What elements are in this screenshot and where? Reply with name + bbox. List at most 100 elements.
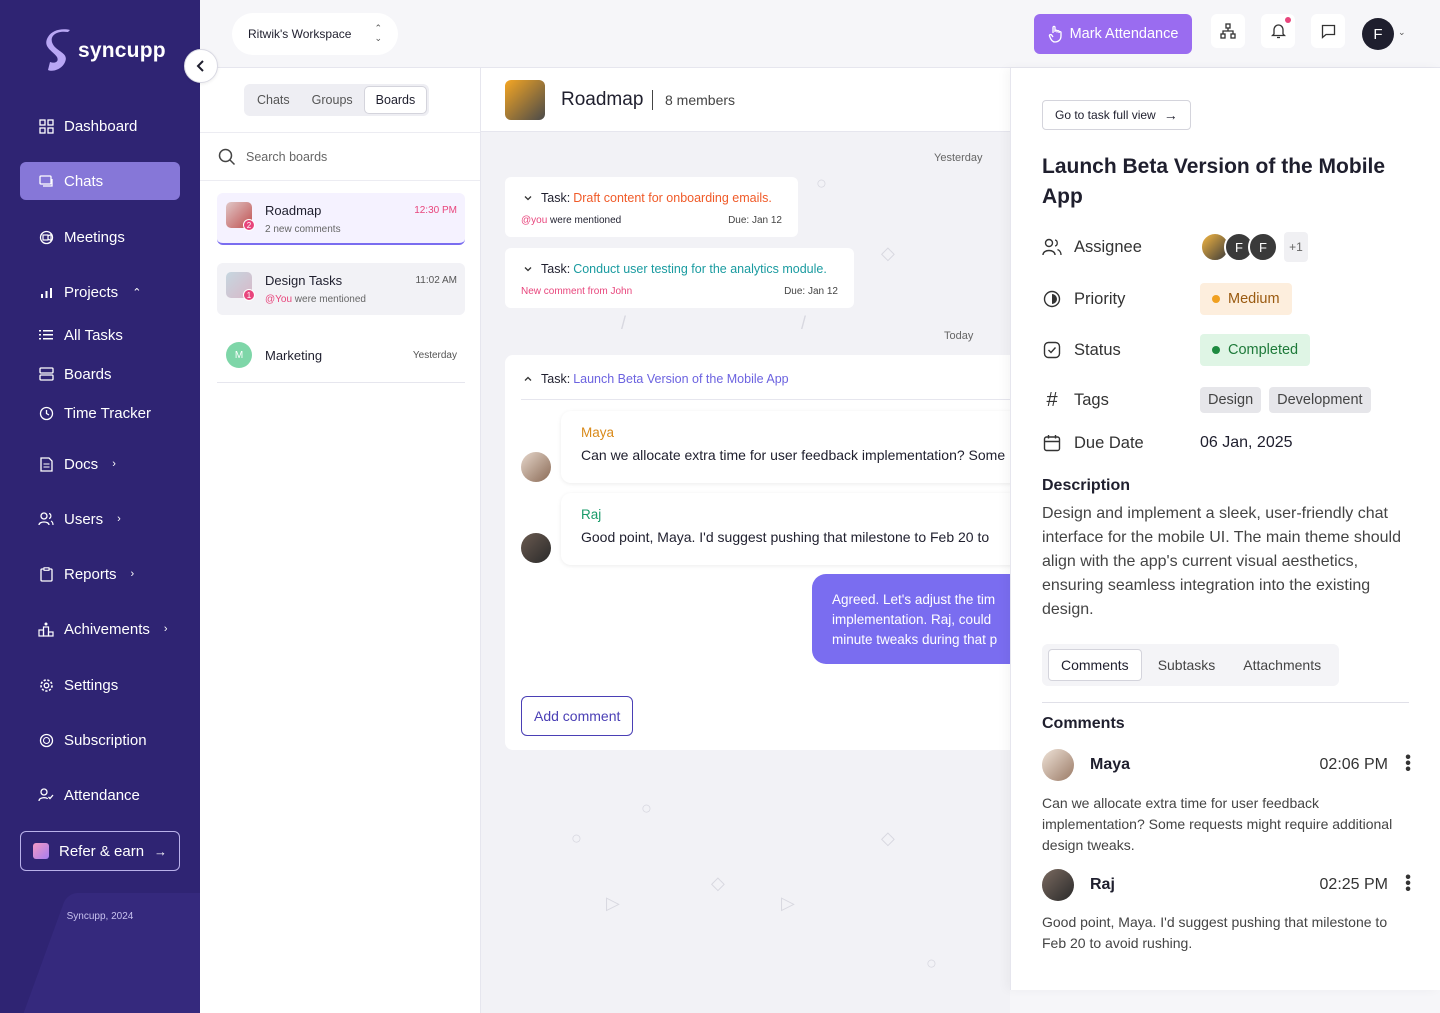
hash-icon: # [1046, 388, 1058, 411]
avatar [521, 533, 551, 563]
tab-comments[interactable]: Comments [1048, 649, 1142, 681]
task-title[interactable]: Draft content for onboarding emails. [573, 191, 772, 205]
task-due: Due: Jan 12 [728, 215, 782, 226]
messages-button[interactable] [1311, 14, 1345, 48]
message-icon [1321, 24, 1335, 39]
arrow-right-icon: → [154, 843, 168, 859]
collapse-sidebar-button[interactable] [184, 49, 218, 83]
mark-attendance-button[interactable]: Mark Attendance [1034, 14, 1192, 54]
gift-icon [33, 843, 49, 859]
tab-attachments[interactable]: Attachments [1231, 649, 1333, 681]
topbar: Ritwik's Workspace ⌃ ⌄ Mark Attendance F … [200, 0, 1440, 68]
sidebar-item-label: Users [64, 510, 104, 528]
subscription-icon [38, 732, 54, 748]
sidebar-item-achievements[interactable]: Achivements › [20, 610, 180, 648]
description-heading: Description [1042, 477, 1131, 494]
task-title[interactable]: Launch Beta Version of the Mobile App [573, 372, 788, 386]
sidebar-item-subscription[interactable]: Subscription [20, 721, 180, 759]
priority-value: Medium [1228, 291, 1280, 307]
notification-dot [1285, 17, 1291, 23]
priority-badge[interactable]: Medium [1200, 283, 1292, 315]
board-subtitle: @You were mentioned [265, 294, 366, 305]
tab-boards[interactable]: Boards [363, 86, 428, 114]
board-time: 12:30 PM [414, 205, 457, 216]
background-pattern: ▷ [606, 893, 620, 913]
my-message-bubble: Agreed. Let's adjust the tim implementat… [812, 574, 1010, 664]
workspace-name: Ritwik's Workspace [248, 27, 352, 41]
open-task-thread: Task: Launch Beta Version of the Mobile … [505, 355, 1010, 750]
tab-subtasks[interactable]: Subtasks [1146, 649, 1228, 681]
chevron-down-icon[interactable] [521, 191, 535, 205]
notifications-button[interactable] [1261, 14, 1295, 48]
background-pattern: ○ [571, 828, 582, 848]
board-initial-avatar: M [226, 342, 252, 368]
refer-earn-button[interactable]: Refer & earn → [20, 831, 180, 871]
sidebar-item-reports[interactable]: Reports › [20, 555, 180, 593]
divider [652, 90, 653, 110]
sidebar-item-all-tasks[interactable]: All Tasks [20, 316, 180, 354]
sidebar-item-time-tracker[interactable]: Time Tracker [20, 394, 180, 432]
status-badge[interactable]: Completed [1200, 334, 1311, 366]
more-options-icon[interactable]: • • • [1404, 750, 1412, 778]
more-options-icon[interactable]: • • • [1404, 870, 1412, 898]
tag-chip[interactable]: Development [1269, 387, 1371, 413]
task-card[interactable]: Task: Draft content for onboarding email… [505, 177, 798, 237]
sidebar-item-dashboard[interactable]: Dashboard [20, 107, 180, 145]
unread-badge: 2 [243, 219, 255, 231]
board-item-marketing[interactable]: M Marketing Yesterday [217, 331, 465, 383]
sidebar-item-label: Projects [64, 283, 119, 301]
divider [521, 399, 1010, 400]
sidebar-item-attendance[interactable]: Attendance [20, 776, 180, 814]
calendar-icon [1042, 433, 1062, 453]
task-title[interactable]: Conduct user testing for the analytics m… [573, 262, 827, 276]
comments-heading: Comments [1042, 715, 1125, 732]
assignee-row: Assignee F F +1 [1042, 232, 1422, 262]
tag-chip[interactable]: Design [1200, 387, 1262, 413]
background-pattern: ◇ [881, 828, 895, 848]
users-icon [1042, 237, 1062, 257]
podium-icon [38, 621, 54, 637]
divider [1042, 702, 1409, 703]
sidebar-item-chats[interactable]: Chats [20, 162, 180, 200]
message-bubble: Raj Good point, Maya. I'd suggest pushin… [561, 493, 1010, 565]
assignee-avatars[interactable]: F F +1 [1200, 232, 1308, 262]
task-line: Task: Conduct user testing for the analy… [521, 262, 827, 276]
sidebar-item-label: Subscription [64, 731, 147, 749]
chevron-down-icon[interactable]: ⌄ [1398, 27, 1406, 38]
board-avatar[interactable] [505, 80, 545, 120]
mention: @You [265, 294, 293, 305]
board-item-roadmap[interactable]: 2 Roadmap 2 new comments 12:30 PM [217, 193, 465, 245]
comment-author: Maya [1090, 756, 1131, 773]
background-pattern: / [801, 313, 807, 333]
chevron-up-icon[interactable] [521, 372, 535, 386]
sidebar-item-label: Chats [64, 172, 104, 190]
sidebar-item-settings[interactable]: Settings [20, 666, 180, 704]
chevron-down-icon[interactable] [521, 262, 535, 276]
sidebar-item-projects[interactable]: Projects ⌃ [20, 273, 180, 311]
message-line: Agreed. Let's adjust the tim [832, 592, 996, 607]
day-separator-today: Today [944, 330, 974, 342]
property-label: Priority [1074, 289, 1126, 308]
user-avatar[interactable]: F [1362, 18, 1394, 50]
sidebar-item-boards[interactable]: Boards [20, 355, 180, 393]
due-date-value[interactable]: 06 Jan, 2025 [1200, 434, 1293, 452]
mention: @you [521, 215, 548, 226]
tab-chats[interactable]: Chats [246, 86, 301, 114]
sidebar-item-docs[interactable]: Docs › [20, 445, 180, 483]
sidebar-item-users[interactable]: Users › [20, 500, 180, 538]
board-item-design-tasks[interactable]: 1 Design Tasks @You were mentioned 11:02… [217, 263, 465, 315]
sidebar-item-meetings[interactable]: Meetings [20, 218, 180, 256]
members-count[interactable]: 8 members [665, 92, 735, 108]
logo[interactable]: syncupp [44, 28, 166, 74]
tab-groups[interactable]: Groups [301, 86, 364, 114]
task-card[interactable]: Task: Conduct user testing for the analy… [505, 248, 854, 308]
search-boards-field[interactable]: Search boards [200, 132, 480, 181]
message-author: Maya [581, 425, 615, 440]
org-chart-button[interactable] [1211, 14, 1245, 48]
background-pattern: / [621, 313, 627, 333]
go-to-full-view-button[interactable]: Go to task full view → [1042, 100, 1191, 130]
add-comment-button[interactable]: Add comment [521, 696, 634, 736]
comment-text: Can we allocate extra time for user feed… [1042, 795, 1393, 853]
message-text: Good point, Maya. I'd suggest pushing th… [581, 529, 990, 545]
workspace-selector[interactable]: Ritwik's Workspace ⌃ ⌄ [232, 13, 398, 55]
